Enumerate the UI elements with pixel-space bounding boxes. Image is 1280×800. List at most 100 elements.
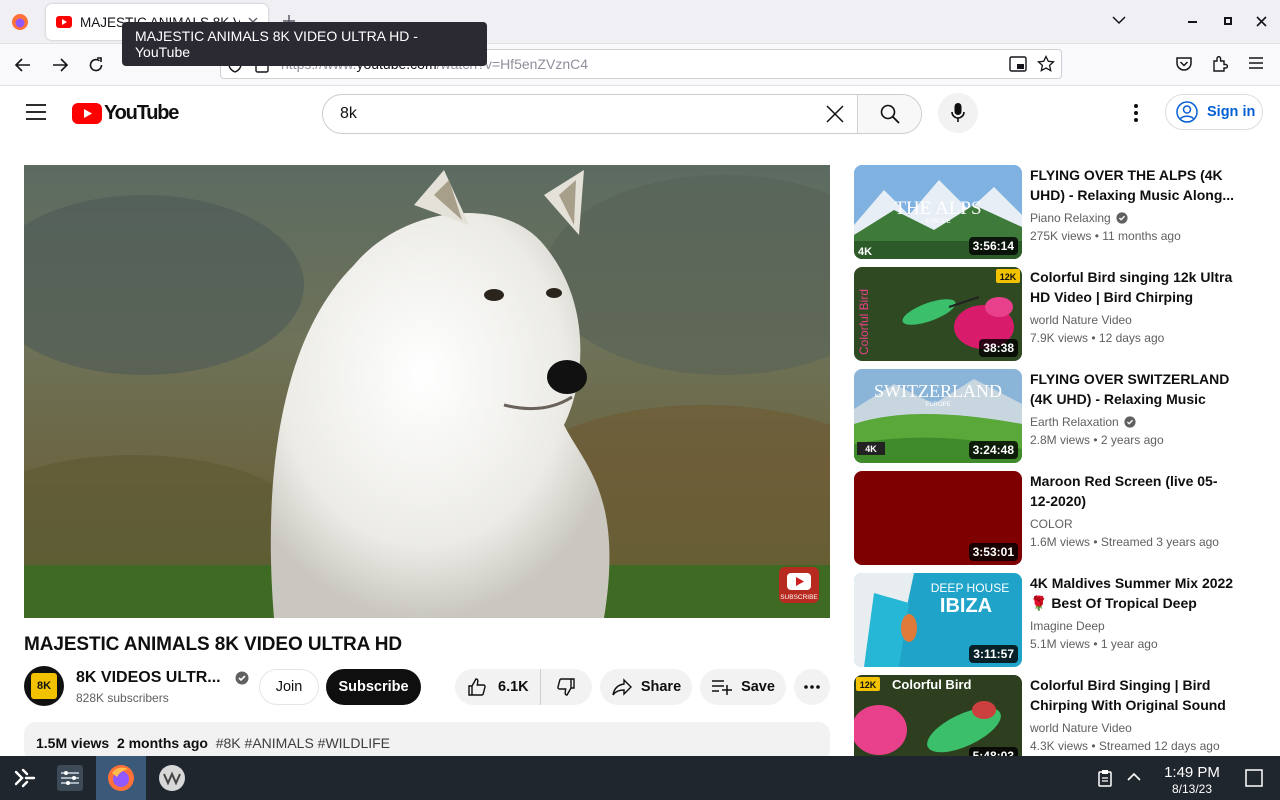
recommendation-age: 12 days ago [1098,331,1165,345]
firefox-menu-icon[interactable] [10,12,30,32]
recommendation-title[interactable]: Colorful Bird Singing | Bird Chirping Wi… [1030,675,1235,715]
voice-search-button[interactable] [938,93,978,133]
forward-icon[interactable] [51,56,69,74]
youtube-logo-text: YouTube [104,102,179,124]
recommendation-channel[interactable]: Piano Relaxing [1030,211,1111,225]
thumbnail-resolution-badge: 4K [865,444,877,454]
recommendation-channel[interactable]: world Nature Video [1030,721,1132,735]
tab-tooltip: MAJESTIC ANIMALS 8K VIDEO ULTRA HD - You… [122,22,487,66]
recommendation-channel-row: world Nature Video [1030,721,1132,735]
recommendation-meta: 275K views • 11 months ago [1030,229,1181,243]
sign-in-label: Sign in [1207,104,1256,120]
account-icon [1176,101,1198,123]
recommendation-title[interactable]: Colorful Bird singing 12k Ultra HD Video… [1030,267,1235,307]
sign-in-button[interactable]: Sign in [1165,94,1263,130]
verified-badge-icon [1124,416,1136,428]
guide-menu-icon[interactable] [26,104,46,120]
thumbnail[interactable]: Colorful Bird 12K 38:38 [854,267,1022,361]
application-launcher-icon[interactable] [0,756,48,800]
app-menu-icon[interactable] [1249,57,1263,69]
share-label: Share [640,679,682,695]
clock-time: 1:49 PM [1164,764,1220,781]
recommendation-age: 11 months ago [1102,229,1181,243]
minimize-window-icon[interactable] [1188,20,1198,24]
like-count: 6.1K [498,679,529,695]
thumbnail[interactable]: Colorful Bird 12K 5:48:03 [854,675,1022,769]
recommendation-channel-row: world Nature Video [1030,313,1132,327]
recommendation-item[interactable]: 3:53:01 Maroon Red Screen (live 05-12-20… [854,471,1254,565]
verified-badge-icon [235,671,249,685]
subscribe-watermark[interactable]: SUBSCRIBE [779,567,819,603]
recommendation-item[interactable]: THE ALPS EUROPE 4K 3:56:14 FLYING OVER T… [854,165,1254,259]
recommendation-views: 4.3K views [1030,739,1089,753]
recommendation-channel[interactable]: world Nature Video [1030,313,1132,327]
thumbs-down-icon [557,678,575,696]
recommendation-title[interactable]: Maroon Red Screen (live 05-12-2020) [1030,471,1235,511]
search-input[interactable]: 8k [323,95,825,133]
thumbnail[interactable]: SWITZERLAND EUROPE 4K 3:24:48 [854,369,1022,463]
recommendation-title[interactable]: FLYING OVER THE ALPS (4K UHD) - Relaxing… [1030,165,1235,205]
recommendation-channel[interactable]: Earth Relaxation [1030,415,1119,429]
share-button[interactable]: Share [600,669,692,705]
clipboard-icon[interactable] [1098,769,1112,787]
thumbnail[interactable]: THE ALPS EUROPE 4K 3:56:14 [854,165,1022,259]
microphone-icon [951,103,965,122]
virtual-machine-taskbar-icon[interactable] [148,756,196,800]
dislike-button[interactable] [541,669,591,705]
recommendation-meta: 2.8M views • 2 years ago [1030,433,1164,447]
channel-name[interactable]: 8K VIDEOS ULTR... [76,669,221,687]
recommendation-meta: 7.9K views • 12 days ago [1030,331,1165,345]
recommendation-item[interactable]: DEEP HOUSE IBIZA 3:11:57 4K Maldives Sum… [854,573,1254,667]
video-player[interactable]: SUBSCRIBE [24,165,830,618]
search-button[interactable] [857,95,921,133]
more-settings-icon[interactable] [1134,104,1138,122]
list-all-tabs-icon[interactable] [1112,15,1126,25]
system-settings-taskbar-icon[interactable] [46,756,94,800]
like-button[interactable]: 6.1K [455,669,541,705]
recommendation-views: 2.8M views [1030,433,1091,447]
pocket-icon[interactable] [1175,56,1193,72]
recommendation-channel[interactable]: COLOR [1030,517,1073,531]
bookmark-star-icon[interactable] [1037,55,1055,73]
youtube-play-icon [72,103,102,124]
hashtags[interactable]: #8K #ANIMALS #WILDLIFE [216,735,390,751]
picture-in-picture-icon[interactable] [1009,56,1027,72]
recommendation-title[interactable]: FLYING OVER SWITZERLAND (4K UHD) - Relax… [1030,369,1235,409]
thumbnail-maroon-screen[interactable]: 3:53:01 [854,471,1022,565]
channel-avatar[interactable]: 8K [24,666,64,706]
search-box[interactable]: 8k [322,94,922,134]
recommendation-views: 1.6M views [1030,535,1091,549]
clock[interactable]: 1:49 PM 8/13/23 [1150,764,1234,796]
recommendation-age: 2 years ago [1100,433,1164,447]
recommendation-age: Streamed 3 years ago [1100,535,1219,549]
youtube-logo[interactable]: YouTube [72,102,179,125]
recommendation-age: Streamed 12 days ago [1098,739,1220,753]
maximize-window-icon[interactable] [1224,17,1232,25]
verified-badge-icon [1116,212,1128,224]
duration-badge: 3:11:57 [969,645,1018,663]
close-window-icon[interactable] [1256,16,1267,27]
save-button[interactable]: Save [700,669,786,705]
clear-search-icon[interactable] [825,104,845,124]
more-actions-button[interactable] [794,669,830,705]
system-tray-expand-icon[interactable] [1127,772,1141,782]
recommendation-item[interactable]: Colorful Bird 12K 5:48:03 Colorful Bird … [854,675,1254,769]
duration-badge: 3:24:48 [968,441,1018,459]
view-count: 1.5M views [36,735,110,751]
firefox-taskbar-icon[interactable] [96,756,146,800]
reload-icon[interactable] [87,56,105,74]
recommendation-channel[interactable]: Imagine Deep [1030,619,1105,633]
join-button[interactable]: Join [259,669,319,705]
back-icon[interactable] [14,56,32,74]
recommendation-item[interactable]: Colorful Bird 12K 38:38 Colorful Bird si… [854,267,1254,361]
join-label: Join [275,679,303,695]
subscribe-button[interactable]: Subscribe [326,669,421,705]
recommendation-title[interactable]: 4K Maldives Summer Mix 2022 🌹 Best Of Tr… [1030,573,1235,613]
thumbnail[interactable]: DEEP HOUSE IBIZA 3:11:57 [854,573,1022,667]
recommendation-item[interactable]: SWITZERLAND EUROPE 4K 3:24:48 FLYING OVE… [854,369,1254,463]
thumbnail-resolution-badge: 12K [1000,272,1017,282]
recommendation-views: 5.1M views [1030,637,1091,651]
extensions-icon[interactable] [1211,55,1229,73]
show-desktop-icon[interactable] [1245,769,1263,787]
duration-badge: 3:53:01 [968,543,1018,561]
